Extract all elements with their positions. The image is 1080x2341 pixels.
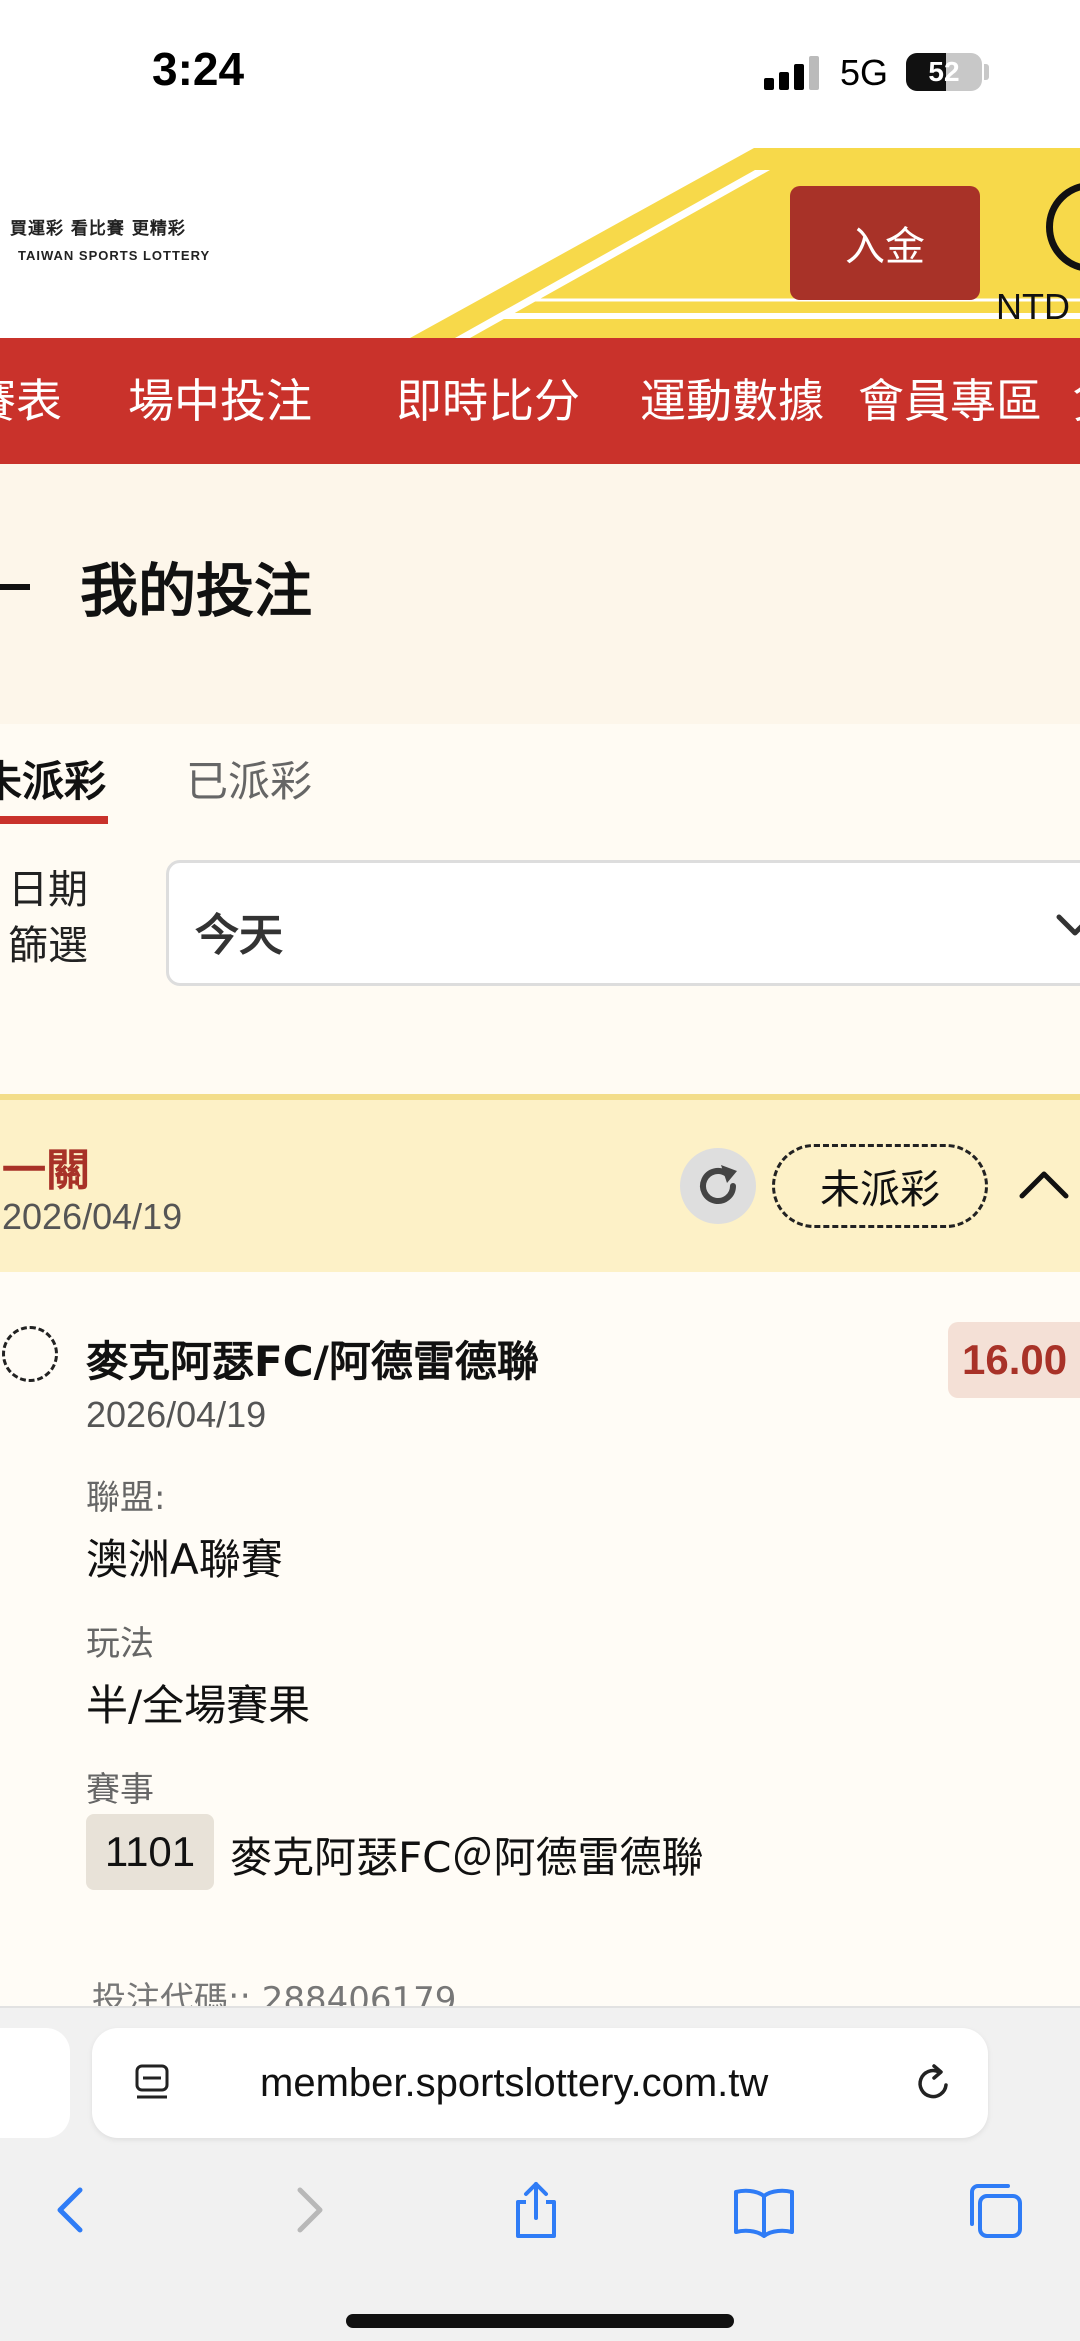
- balance-currency: NTD: [996, 286, 1070, 327]
- bet-type: 一關: [2, 1145, 90, 1196]
- bookmarks-icon[interactable]: [732, 2178, 796, 2242]
- date-filter-label-line1: 日期: [8, 867, 88, 913]
- browser-toolbar: member.sportslottery.com.tw: [0, 2006, 1080, 2341]
- status-badge: 未派彩: [772, 1144, 988, 1228]
- main-nav: 賽表 場中投注 即時比分 運動數據 會員專區 兌: [0, 338, 1080, 464]
- home-indicator: [346, 2314, 734, 2328]
- bet-detail: 麥克阿瑟FC/阿德雷德聯 16.00 2026/04/19 聯盟: 澳洲A聯賽 …: [0, 1272, 1080, 2008]
- date-filter-select[interactable]: 今天: [166, 860, 1080, 986]
- forward-icon[interactable]: [276, 2178, 340, 2242]
- bet-date: 2026/04/19: [2, 1196, 183, 1237]
- nav-item-redeem[interactable]: 兌: [1072, 338, 1080, 464]
- nav-item-live-betting[interactable]: 場中投注: [128, 338, 312, 464]
- battery-cap: [984, 64, 989, 80]
- event-label: 賽事: [86, 1770, 154, 1810]
- nav-item-member-zone[interactable]: 會員專區: [858, 338, 1042, 464]
- date-filter-label: 日期 篩選: [8, 862, 108, 974]
- page-menu-icon[interactable]: [132, 2062, 176, 2106]
- battery-icon: 52: [906, 53, 982, 91]
- url-text: member.sportslottery.com.tw: [260, 2061, 769, 2105]
- reload-icon[interactable]: [910, 2061, 956, 2107]
- logo-slogan: 買運彩 看比賽 更精彩: [10, 219, 186, 239]
- bet-code: 投注代碼:: 288406179: [92, 1980, 457, 2008]
- bet-card-header: 一關 2026/04/19 未派彩: [0, 1100, 1080, 1272]
- event-code: 1101: [86, 1814, 214, 1890]
- status-time: 3:24: [152, 43, 245, 95]
- previous-tab-preview[interactable]: [0, 2028, 70, 2138]
- address-bar[interactable]: member.sportslottery.com.tw: [92, 2028, 988, 2138]
- page-title: 我的投注: [80, 557, 313, 625]
- tab-unpaid[interactable]: 未派彩: [0, 748, 106, 809]
- play-label: 玩法: [86, 1624, 154, 1664]
- nav-item-schedule[interactable]: 賽表: [0, 338, 62, 464]
- battery-level: 52: [928, 56, 960, 87]
- network-type: 5G: [840, 52, 889, 93]
- deposit-button[interactable]: 入金: [790, 186, 980, 300]
- chevron-up-icon[interactable]: [1016, 1164, 1072, 1204]
- site-header: 買運彩 看比賽 更精彩 TAIWAN SPORTS LOTTERY 入金 NTD: [0, 140, 1080, 338]
- match-title: 麥克阿瑟FC/阿德雷德聯: [86, 1337, 539, 1386]
- refresh-button[interactable]: [680, 1148, 756, 1224]
- nav-item-sports-data[interactable]: 運動數據: [640, 338, 824, 464]
- back-icon[interactable]: [40, 2178, 104, 2242]
- event-name: 麥克阿瑟FC＠阿德雷德聯: [230, 1833, 704, 1882]
- tab-paid[interactable]: 已派彩: [186, 748, 312, 809]
- chevron-down-icon: [1056, 914, 1080, 936]
- pending-status-icon: [2, 1326, 58, 1382]
- cellular-signal-icon: [764, 56, 822, 90]
- nav-item-live-scores[interactable]: 即時比分: [396, 338, 580, 464]
- status-bar: 3:24 5G 52: [0, 0, 1080, 140]
- league-label: 聯盟:: [86, 1478, 166, 1518]
- refresh-icon: [700, 1165, 737, 1204]
- date-filter-value: 今天: [195, 910, 283, 961]
- tab-active-indicator: [0, 816, 108, 824]
- logo-text: TAIWAN SPORTS LOTTERY: [18, 248, 211, 263]
- league-value: 澳洲A聯賽: [86, 1535, 283, 1584]
- play-value: 半/全場賽果: [86, 1681, 311, 1730]
- page-title-section: 我的投注: [0, 464, 1080, 724]
- odds-badge: 16.00: [948, 1322, 1080, 1398]
- title-accent: [0, 584, 30, 590]
- tabs-icon[interactable]: [962, 2178, 1026, 2242]
- share-icon[interactable]: [504, 2178, 568, 2242]
- match-date: 2026/04/19: [86, 1394, 267, 1435]
- date-filter-label-line2: 篩選: [8, 923, 88, 969]
